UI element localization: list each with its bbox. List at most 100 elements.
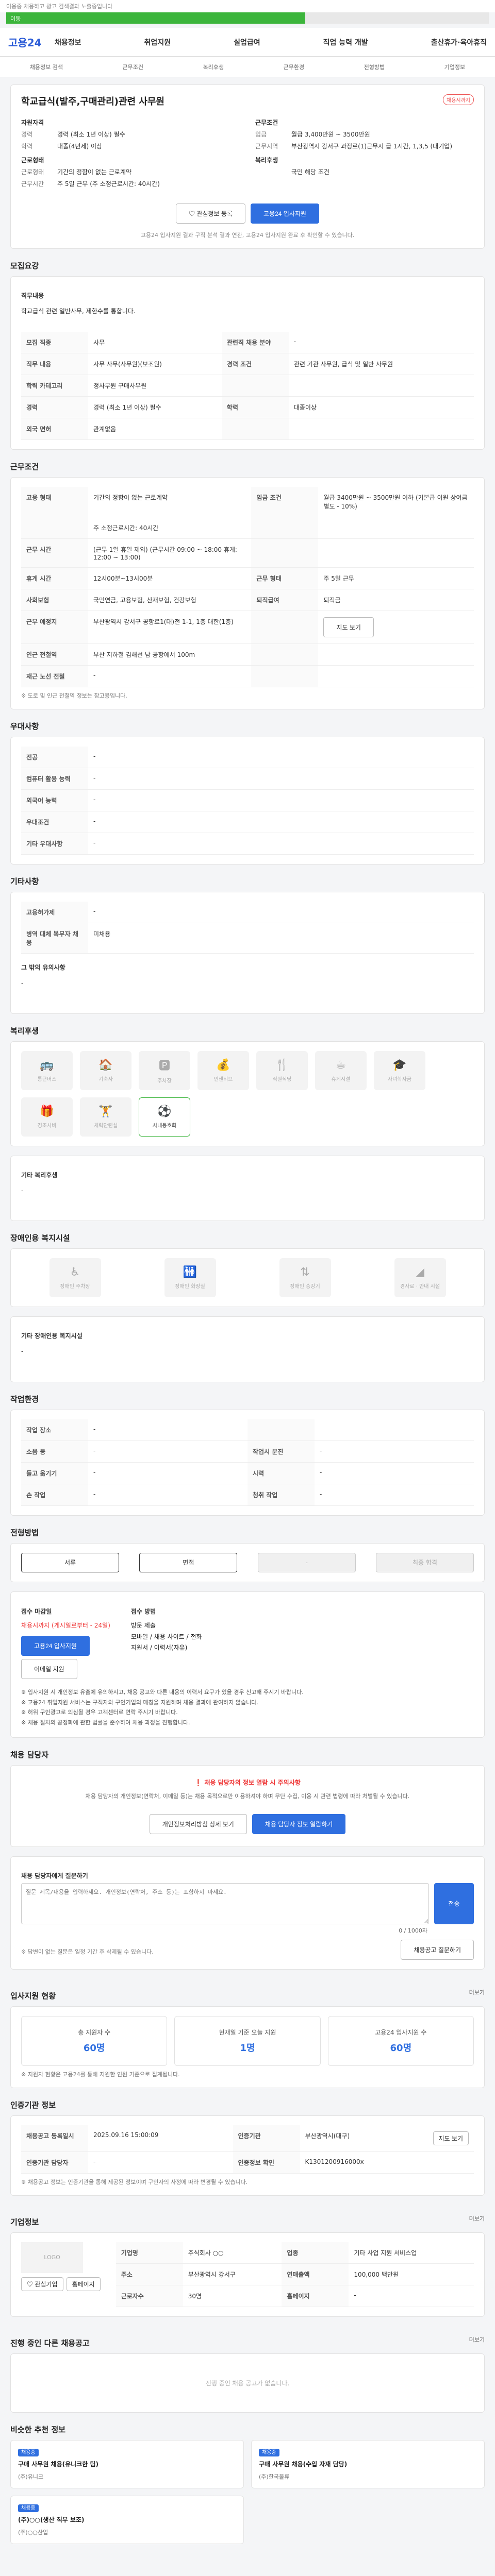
disability-item: ◢ 경사로 · 안내 시설 bbox=[394, 1258, 446, 1298]
table-key: 기업명 bbox=[116, 2242, 183, 2264]
table-row: 근무 시간 (근무 1일 휴일 제외) (근무시간 09:00 ~ 18:00 휴… bbox=[21, 538, 474, 568]
welfare-etc-desc: - bbox=[21, 1187, 24, 1194]
method-line: 모바일 / 채용 사이트 / 전화 bbox=[130, 1633, 202, 1640]
welfare-item: 🎓 자녀학자금 bbox=[374, 1050, 425, 1090]
subnav-item-welfare[interactable]: 복리후생 bbox=[203, 63, 224, 71]
apply-columns: 접수 마감일 채용시까지 (게시일로부터 - 24일) 고용24 입사지원 이메… bbox=[21, 1601, 474, 1679]
summary-row: 근무시간 주 5일 근무 (주 소정근로시간: 40시간) bbox=[21, 179, 240, 188]
disability-item: ♿ 장애인 주차장 bbox=[49, 1258, 101, 1298]
similar-card[interactable]: 채용중 (주)○○(생산 직무 보조) (주)○○산업 bbox=[10, 2495, 244, 2544]
summary-row: 경력 경력 (최소 1년 이상) 필수 bbox=[21, 130, 240, 139]
job-summary-card: 채용시까지 학교급식(발주,구매관리)관련 사무원 자원자격 경력 경력 (최소 … bbox=[10, 84, 485, 249]
similar-card[interactable]: 채용중 구매 사무원 채용(수입 자재 담당) (주)한국물류 bbox=[251, 2439, 485, 2488]
table-row: 우대조건 - bbox=[21, 811, 474, 834]
subnav-item-conditions[interactable]: 근무조건 bbox=[123, 63, 143, 71]
kv-key bbox=[255, 167, 291, 176]
apply-online-button[interactable]: 고용24 입사지원 bbox=[21, 1635, 90, 1656]
process-card: 서류 면접 - 최종 합격 bbox=[10, 1543, 485, 1582]
accessible-toilet-icon: 🚻 bbox=[183, 1266, 197, 1279]
prefer-card: 전공 - 컴퓨터 활용 능력 - 외국어 능력 - 우대조건 - 기타 우대사항 - bbox=[10, 737, 485, 865]
subnav-item-env[interactable]: 근무환경 bbox=[284, 63, 304, 71]
table-key: 작업시 분진 bbox=[248, 1440, 315, 1463]
similar-title: 구매 사무원 채용(유니크한 팀) bbox=[18, 2460, 98, 2468]
site-logo[interactable]: 고용24 bbox=[8, 35, 55, 49]
section-title-stats: 입사지원 현황 bbox=[10, 1991, 56, 2001]
apply-email-button[interactable]: 이메일 지원 bbox=[21, 1658, 77, 1679]
subnav-item-search[interactable]: 채용정보 검색 bbox=[30, 63, 63, 71]
summary-heading: 자원자격 bbox=[21, 119, 44, 126]
nav-item-jobs[interactable]: 채용정보 bbox=[55, 37, 81, 47]
kv-value: 경력 (최소 1년 이상) 필수 bbox=[57, 131, 125, 138]
homepage-button[interactable]: 홈페이지 bbox=[66, 2277, 101, 2291]
welfare-item-active: ⚽ 사내동호회 bbox=[139, 1097, 190, 1137]
others-empty: 진행 중인 채용 공고가 없습니다. bbox=[205, 2379, 290, 2387]
scrap-button[interactable]: ♡ 관심정보 등록 bbox=[176, 204, 245, 224]
table-key: 외국어 능력 bbox=[21, 789, 88, 812]
section-title-others: 진행 중인 다른 채용공고 bbox=[10, 2338, 90, 2348]
stats-more-link[interactable]: 더보기 bbox=[469, 1988, 485, 1996]
subnav-item-process[interactable]: 전형방법 bbox=[364, 63, 385, 71]
stat-label: 현재일 기준 오늘 지원 bbox=[219, 2028, 276, 2036]
similar-tag: 채용중 bbox=[259, 2448, 279, 2456]
table-value: 관계없음 bbox=[88, 418, 222, 440]
welfare-grid: 🚌 통근버스 🏠 기숙사 🅿 주차장 💰 인센티브 🍴 직원식당 ☕ 휴게시설 🎓 자녀학자금… bbox=[21, 1050, 474, 1137]
table-key: 관련직 채용 분야 bbox=[221, 332, 289, 354]
qa-title: 채용 담당자에게 질문하기 bbox=[21, 1872, 88, 1879]
similar-list: 채용중 구매 사무원 채용(유니크한 팀) (주)유니크 채용중 구매 사무원 … bbox=[10, 2439, 485, 2544]
table-value: - bbox=[88, 1440, 248, 1463]
table-key: 재근 노선 전철 bbox=[21, 665, 88, 688]
table-key bbox=[251, 665, 319, 688]
summary-heading: 근로형태 bbox=[21, 157, 44, 164]
nav-item-unemployment[interactable]: 실업급여 bbox=[234, 37, 260, 47]
table-row: 병역 대체 복무자 채용 미채용 bbox=[21, 923, 474, 954]
summary-row: 임금 월급 3,400만원 ~ 3500만원 bbox=[255, 130, 474, 139]
job-description: 학교급식 관련 일반사무, 제한수를 통합니다. bbox=[21, 308, 136, 315]
section-title-etc: 기타사항 bbox=[10, 877, 39, 887]
table-value: 경력 (최소 1년 이상) 필수 bbox=[88, 396, 222, 419]
deadline-badge: 채용시까지 bbox=[443, 94, 474, 105]
env-card: 작업 장소 - 소음 등 - 작업시 분진 - 들고 옮기기 - 시력 - 손 작업 - 청취 작… bbox=[10, 1409, 485, 1516]
table-row: 휴게 시간 12시00분~13시00분 근무 형태 주 5일 근무 bbox=[21, 567, 474, 590]
qa-textarea[interactable] bbox=[21, 1883, 430, 1924]
table-row: 모집 직종 사무 관련직 채용 분야 - bbox=[21, 332, 474, 354]
table-row: 고용 형태 기간의 정함이 없는 근로계약 임금 조건 월급 3400만원 ~ 350… bbox=[21, 487, 474, 518]
privacy-policy-button[interactable]: 개인정보처리방침 상세 보기 bbox=[149, 1814, 247, 1834]
method-title: 접수 방법 bbox=[130, 1607, 156, 1615]
similar-tag: 채용중 bbox=[18, 2504, 39, 2512]
table-key: 인증기관 담당자 bbox=[21, 2151, 88, 2174]
welfare-item: 🚌 통근버스 bbox=[21, 1050, 73, 1090]
nav-item-training[interactable]: 직업 능력 개발 bbox=[323, 37, 368, 47]
table-row: 근무 예정지 부산광역시 강서구 공항로1(대)전 1-1, 1층 대한(1층) 지… bbox=[21, 611, 474, 645]
step-empty: - bbox=[257, 1552, 356, 1572]
info-map-button[interactable]: 지도 보기 bbox=[433, 2131, 469, 2145]
subnav-item-company[interactable]: 기업정보 bbox=[444, 63, 465, 71]
company-left: LOGO ♡ 관심기업 홈페이지 bbox=[21, 2242, 101, 2307]
process-note: ※ 입사지원 시 개인정보 유출에 유의하시고, 채용 공고와 다른 내용의 이… bbox=[21, 1688, 304, 1696]
summary-left: 자원자격 경력 경력 (최소 1년 이상) 필수 학력 대졸(4년제) 이상 근로형… bbox=[21, 113, 240, 191]
favorite-company-button[interactable]: ♡ 관심기업 bbox=[21, 2277, 63, 2291]
table-value: - bbox=[288, 332, 474, 354]
qa-send-button[interactable]: 전송 bbox=[434, 1883, 474, 1924]
company-more-link[interactable]: 더보기 bbox=[469, 2214, 485, 2223]
view-contact-button[interactable]: 채용 담당자 정보 열람하기 bbox=[252, 1814, 346, 1834]
qa-foot: ※ 답변이 없는 질문은 일정 기간 후 삭제될 수 있습니다. 채용공고 질문… bbox=[21, 1939, 474, 1960]
welfare-label: 체력단련실 bbox=[94, 1123, 118, 1129]
welfare-label: 경조사비 bbox=[37, 1123, 57, 1129]
nav-item-support[interactable]: 취업지원 bbox=[144, 37, 171, 47]
warning-icon: ❗ bbox=[194, 1778, 205, 1786]
map-button[interactable]: 지도 보기 bbox=[323, 617, 374, 638]
table-value: 부산광역시 강서구 bbox=[183, 2263, 282, 2285]
others-more-link[interactable]: 더보기 bbox=[469, 2335, 485, 2344]
kv-key: 근무시간 bbox=[21, 180, 44, 188]
apply-button[interactable]: 고용24 입사지원 bbox=[250, 204, 319, 224]
table-row: 재근 노선 전철 - bbox=[21, 665, 474, 688]
process-note: ※ 채용 절차의 공정화에 관한 법률을 준수하여 채용 과정을 진행합니다. bbox=[21, 1719, 190, 1726]
table-key bbox=[221, 375, 289, 397]
qa-more-button[interactable]: 채용공고 질문하기 bbox=[401, 1939, 474, 1960]
welfare-label: 사내동호회 bbox=[153, 1123, 176, 1129]
nav-item-leave[interactable]: 출산휴가·육아휴직 bbox=[431, 37, 487, 47]
table-value bbox=[318, 643, 474, 666]
table-key: 근로자수 bbox=[116, 2285, 183, 2307]
stats-card: 총 지원자 수 60명 현재일 기준 오늘 지원 1명 고용24 입사지원 수 60명… bbox=[10, 2006, 485, 2088]
similar-card[interactable]: 채용중 구매 사무원 채용(유니크한 팀) (주)유니크 bbox=[10, 2439, 244, 2488]
